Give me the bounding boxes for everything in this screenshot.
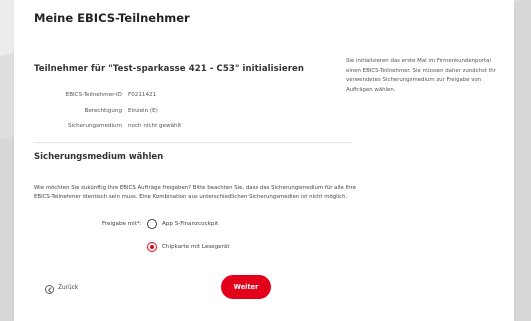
field-label-sicherungsmedium: Sicherungsmedium xyxy=(67,123,122,129)
radio-button-app[interactable] xyxy=(147,219,157,229)
chevron-left-icon xyxy=(45,285,54,294)
section-title-initialize: Teilnehmer für "Test-sparkasse 421 - C53… xyxy=(34,64,305,74)
field-value-sicherungsmedium: noch nicht gewählt xyxy=(128,123,182,129)
radio-label-app: App S-Finanzcockpit xyxy=(162,221,219,227)
main-card: Meine EBICS-Teilnehmer Teilnehmer für "T… xyxy=(14,0,514,321)
field-value-berechtigung: Einzeln (E) xyxy=(128,108,158,114)
freigabe-label: Freigabe mit*: xyxy=(102,221,142,227)
next-button[interactable]: Weiter xyxy=(221,275,271,299)
field-value-teilnehmer-id: F0211421 xyxy=(128,92,157,98)
field-label-berechtigung: Berechtigung xyxy=(84,108,122,114)
side-info-text: Sie initialisieren das erste Mal im Firm… xyxy=(346,58,496,93)
section-divider xyxy=(34,142,352,143)
field-label-teilnehmer-id: EBICS-Teilnehmer-ID xyxy=(65,92,122,98)
radio-button-chipkarte[interactable] xyxy=(147,242,157,252)
description-text: Wie möchten Sie zukünftig Ihre EBICS Auf… xyxy=(34,185,356,200)
back-label: Zurück xyxy=(58,285,79,291)
section-title-sicherungsmedium: Sicherungsmedium wählen xyxy=(34,152,164,162)
page-title: Meine EBICS-Teilnehmer xyxy=(34,11,190,25)
radio-label-chipkarte: Chipkarte mit Lesegerät xyxy=(162,244,230,250)
